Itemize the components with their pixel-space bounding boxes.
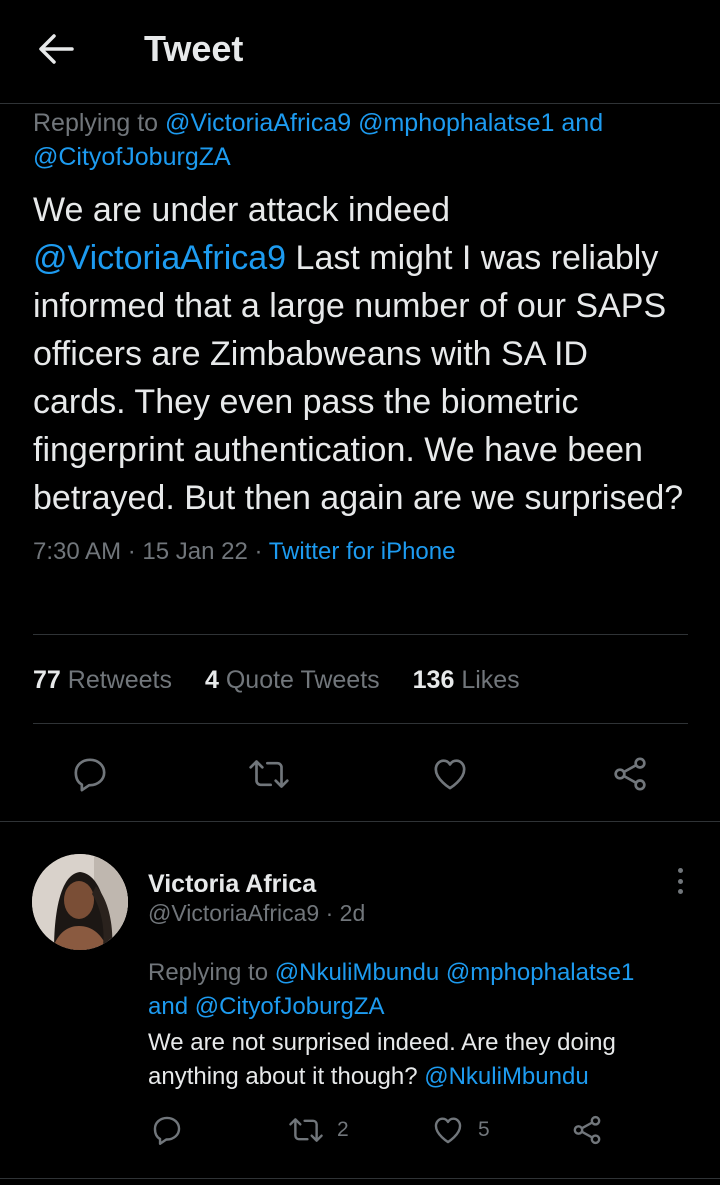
likes-label: Likes [461,666,520,694]
arrow-left-icon [39,34,74,64]
tweet-source[interactable]: Twitter for iPhone [269,538,456,565]
more-dots-icon [677,868,683,894]
reply-mention[interactable]: @NkuliMbundu [424,1063,588,1090]
tweet-action-bar [0,750,720,798]
tweet-time: 7:30 AM [33,538,122,565]
like-icon [434,1117,462,1144]
replying-prefix: Replying to [148,959,275,986]
mention-link[interactable]: @mphophalatse1 [446,959,634,986]
reply-age: 2d [339,900,366,926]
and-others-link[interactable]: and [148,993,188,1020]
retweets-count: 77 [33,666,61,694]
avatar-image [32,854,128,950]
reply-tweet[interactable]: Victoria Africa @VictoriaAfrica9 · 2d Re… [0,822,720,1178]
reply-action-bar: 2 5 [0,1110,720,1150]
share-button[interactable] [606,750,654,798]
mention-link[interactable]: @NkuliMbundu [275,959,439,986]
retweets-stat[interactable]: 77 Retweets [33,662,172,698]
more-options-button[interactable] [660,868,700,902]
mention-link[interactable]: @VictoriaAfrica9 [165,109,351,137]
tweet-meta: 7:30 AM · 15 Jan 22 · Twitter for iPhone [33,536,688,568]
tweet-text-rest: Last might I was reliably informed that … [33,239,684,517]
tweet-mention[interactable]: @VictoriaAfrica9 [33,239,286,277]
reply-like-count: 5 [478,1118,490,1141]
retweet-button[interactable] [245,750,293,798]
reply-text: We are not surprised indeed. Are they do… [148,1026,688,1094]
divider [33,723,688,724]
reply-retweet-count: 2 [337,1118,349,1141]
tweet-stats: 77 Retweets 4 Quote Tweets 136 Likes [33,662,520,698]
reply-reply-button[interactable] [150,1110,184,1150]
retweet-icon [289,1118,323,1142]
reply-author-handle-line: @VictoriaAfrica9 · 2d [148,900,365,927]
reply-retweet-button[interactable]: 2 [287,1110,349,1150]
and-others-link[interactable]: and [561,109,603,137]
mention-link[interactable]: @CityofJoburgZA [33,143,231,171]
reply-replying-to: Replying to @NkuliMbundu @mphophalatse1 … [148,956,688,1024]
likes-stat[interactable]: 136 Likes [413,662,520,698]
tweet-text: We are under attack indeed @VictoriaAfri… [33,186,688,522]
share-icon [573,1115,601,1145]
reply-author-name[interactable]: Victoria Africa [148,870,316,899]
divider [0,1178,720,1179]
page-title: Tweet [144,28,244,69]
reply-icon [74,758,106,792]
retweet-icon [249,760,289,788]
retweets-label: Retweets [67,666,172,694]
main-tweet: Replying to @VictoriaAfrica9 @mphophalat… [33,106,688,568]
quotes-label: Quote Tweets [225,666,380,694]
quote-tweets-stat[interactable]: 4 Quote Tweets [205,662,380,698]
back-button[interactable] [30,26,82,72]
meta-separator: · [121,538,143,565]
likes-count: 136 [412,666,455,694]
like-button[interactable] [426,750,474,798]
reply-share-button[interactable] [570,1110,604,1150]
mention-link[interactable]: @mphophalatse1 [358,109,554,137]
quotes-count: 4 [204,666,219,694]
handle-separator: · [319,900,340,926]
reply-button[interactable] [66,750,114,798]
replying-prefix: Replying to [33,109,166,137]
avatar[interactable] [32,854,128,950]
replying-to-line: Replying to @VictoriaAfrica9 @mphophalat… [33,106,688,174]
reply-icon [153,1116,181,1145]
share-icon [614,757,646,791]
divider [33,634,688,635]
top-bar: Tweet [0,0,720,104]
like-icon [434,759,466,790]
reply-like-button[interactable]: 5 [430,1110,490,1150]
reply-author-handle[interactable]: @VictoriaAfrica9 [148,900,319,926]
tweet-date: 15 Jan 22 [142,538,248,565]
mention-link[interactable]: @CityofJoburgZA [195,993,385,1020]
tweet-text-start: We are under attack indeed [33,191,451,229]
meta-separator: · [247,538,269,565]
